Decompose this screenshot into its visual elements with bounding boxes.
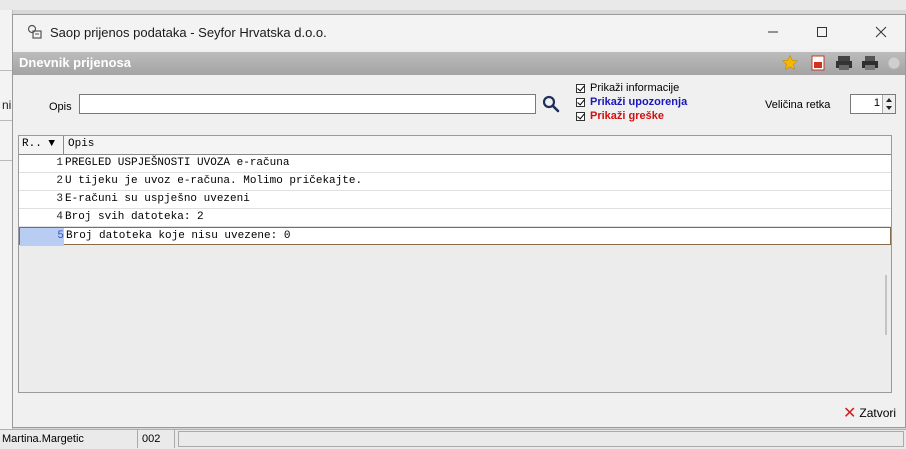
checkbox-box[interactable]: [576, 83, 585, 93]
checkbox-box[interactable]: [576, 97, 585, 107]
opis-search-input[interactable]: [79, 94, 536, 114]
checkbox-label: Prikaži greške: [590, 110, 664, 122]
sort-down-icon: ▼: [48, 138, 56, 150]
table-row[interactable]: 2 U tijeku je uvoz e-računa. Molimo prič…: [19, 173, 891, 191]
background-fragment-text: ni: [2, 98, 12, 112]
close-button-label: Zatvori: [859, 406, 897, 420]
row-size-stepper[interactable]: 1: [850, 94, 896, 114]
status-bar: Martina.Margetic 002: [0, 429, 906, 449]
column-header-row-number[interactable]: R.. ▼: [19, 136, 64, 154]
pdf-export-icon[interactable]: [809, 54, 827, 72]
panel-title: Dnevnik prijenosa: [19, 55, 131, 70]
opis-label: Opis: [49, 101, 72, 113]
status-code: 002: [137, 430, 175, 448]
row-text: PREGLED USPJEŠNOSTI UVOZA e-računa: [65, 157, 290, 169]
checkbox-show-info[interactable]: Prikaži informacije: [576, 82, 679, 94]
checkbox-label: Prikaži upozorenja: [590, 96, 688, 108]
table-row[interactable]: 4 Broj svih datoteka: 2: [19, 209, 891, 227]
row-text: E-računi su uspješno uvezeni: [65, 193, 250, 205]
divider: [0, 70, 12, 71]
status-username: Martina.Margetic: [2, 433, 84, 445]
row-text: Broj svih datoteka: 2: [65, 211, 204, 223]
checkbox-label: Prikaži informacije: [590, 82, 680, 94]
row-size-label: Veličina retka: [765, 99, 831, 111]
title-bar[interactable]: Saop prijenos podataka - Seyfor Hrvatska…: [13, 15, 905, 49]
row-size-value: 1: [873, 97, 880, 109]
close-button[interactable]: ✕ Zatvori: [843, 403, 896, 423]
checkbox-show-errors[interactable]: Prikaži greške: [576, 110, 664, 122]
divider: [0, 120, 12, 121]
row-text: U tijeku je uvoz e-računa. Molimo priček…: [65, 175, 363, 187]
app-icon: [27, 24, 42, 39]
stepper-arrows[interactable]: [882, 95, 895, 113]
table-row-selected[interactable]: 5 Broj datoteka koje nisu uvezene: 0: [19, 227, 891, 246]
column-header-label: Opis: [68, 138, 95, 150]
row-number: 2: [56, 175, 63, 187]
checkbox-box[interactable]: [576, 111, 585, 121]
scrollbar-thumb[interactable]: [885, 275, 887, 335]
chevron-up-icon[interactable]: [886, 98, 892, 102]
row-number: 4: [56, 211, 63, 223]
status-message-field: [178, 431, 904, 447]
close-icon: [875, 26, 887, 38]
maximize-icon: [817, 27, 827, 37]
log-grid: R.. ▼ Opis 1 PREGLED USPJEŠNOSTI UVOZA e…: [18, 135, 892, 393]
maximize-button[interactable]: [800, 19, 844, 45]
panel-header: Dnevnik prijenosa: [13, 52, 905, 75]
checkbox-show-warnings[interactable]: Prikaži upozorenja: [576, 96, 687, 108]
vertical-scrollbar[interactable]: [881, 155, 891, 392]
chevron-down-icon[interactable]: [886, 106, 892, 110]
row-number: 5: [20, 228, 64, 246]
print-icon[interactable]: [861, 54, 879, 72]
window-title: Saop prijenos podataka - Seyfor Hrvatska…: [50, 25, 327, 40]
table-row[interactable]: 3 E-računi su uspješno uvezeni: [19, 191, 891, 209]
minimize-icon: [768, 31, 778, 33]
column-header-label: R..: [22, 138, 42, 150]
background-app-top: [0, 0, 906, 10]
star-icon[interactable]: [781, 54, 799, 72]
column-header-opis[interactable]: Opis: [65, 136, 891, 154]
minimize-button[interactable]: [751, 19, 795, 45]
divider: [0, 160, 12, 161]
grid-header: R.. ▼ Opis: [19, 136, 891, 155]
row-text: Broj datoteka koje nisu uvezene: 0: [66, 230, 291, 242]
printer-settings-icon[interactable]: [835, 54, 853, 72]
row-number: 1: [56, 157, 63, 169]
close-x-icon: ✕: [843, 405, 857, 422]
disabled-tool-icon: [887, 56, 901, 70]
table-row[interactable]: 1 PREGLED USPJEŠNOSTI UVOZA e-računa: [19, 155, 891, 173]
row-number: 3: [56, 193, 63, 205]
transfer-log-window: Saop prijenos podataka - Seyfor Hrvatska…: [12, 14, 906, 428]
search-icon[interactable]: [541, 94, 561, 114]
close-window-button[interactable]: [859, 19, 903, 45]
